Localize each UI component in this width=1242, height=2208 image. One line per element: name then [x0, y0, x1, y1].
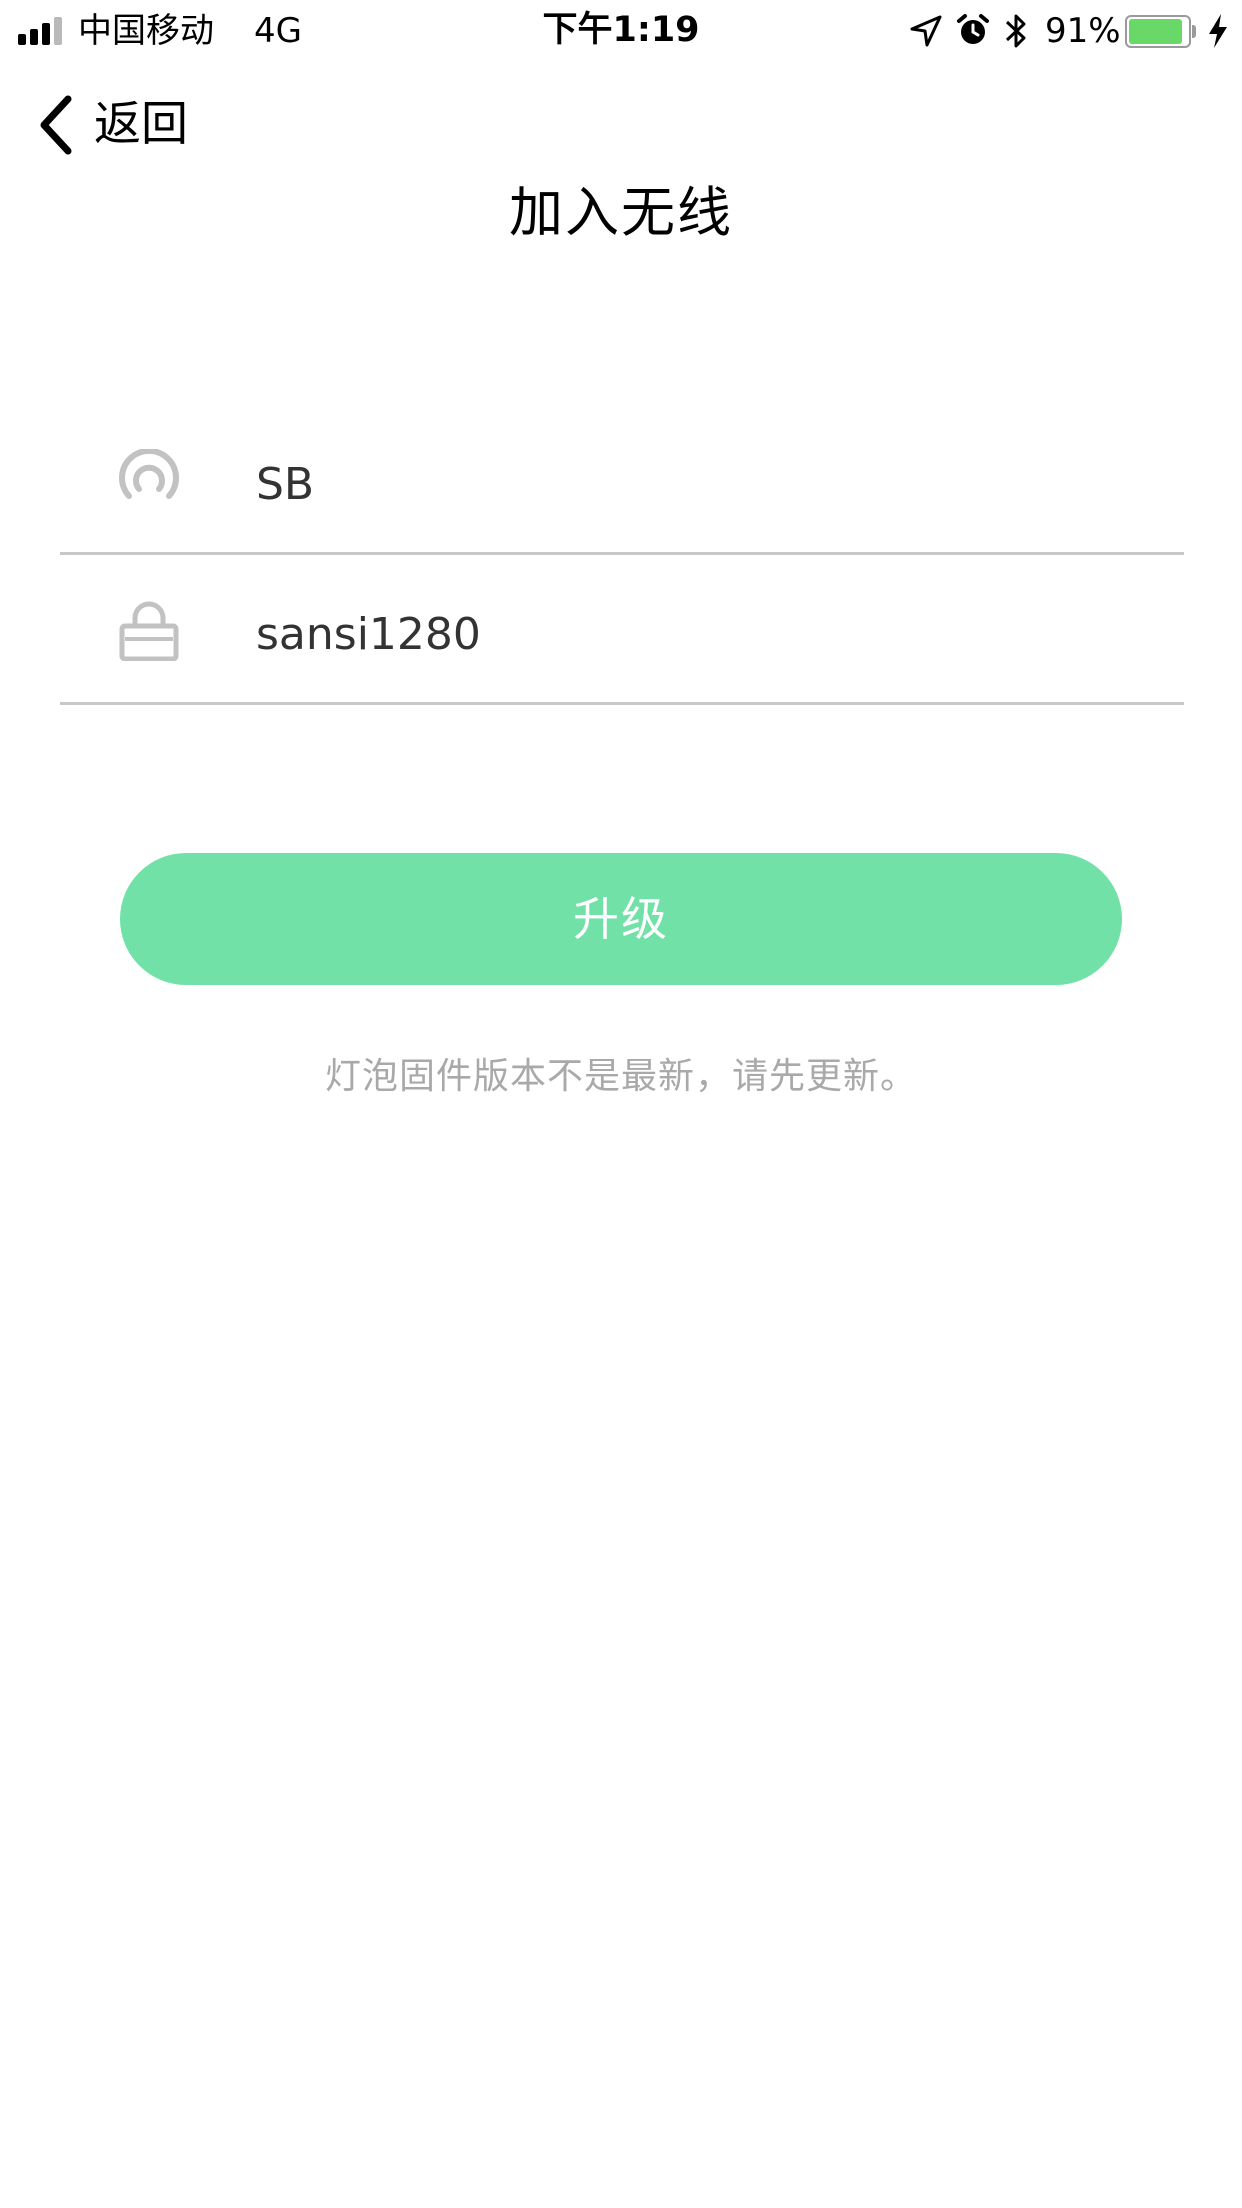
battery-icon: [1125, 15, 1197, 48]
ssid-value: SB: [256, 459, 315, 510]
password-divider: [60, 702, 1184, 705]
battery-level-fill: [1129, 19, 1182, 44]
wifi-icon: [119, 449, 179, 499]
alarm-icon: [957, 14, 989, 44]
chevron-left-icon: [40, 95, 72, 155]
bluetooth-icon: [1005, 14, 1026, 48]
charging-icon: [1209, 14, 1227, 48]
status-bar: 中国移动 4G 下午1:19 91%: [0, 0, 1242, 62]
location-icon: [910, 15, 942, 47]
password-field[interactable]: sansi1280: [60, 555, 1184, 705]
password-value: sansi1280: [256, 609, 481, 660]
lock-icon: [119, 601, 179, 661]
page-title: 加入无线: [509, 181, 733, 244]
back-button[interactable]: 返回: [30, 88, 210, 162]
upgrade-button[interactable]: 升级: [120, 853, 1122, 985]
back-label: 返回: [94, 97, 188, 152]
ssid-field[interactable]: SB: [60, 405, 1184, 555]
firmware-hint-text: 灯泡固件版本不是最新，请先更新。: [324, 1056, 917, 1097]
battery-percent: 91%: [1045, 11, 1121, 51]
